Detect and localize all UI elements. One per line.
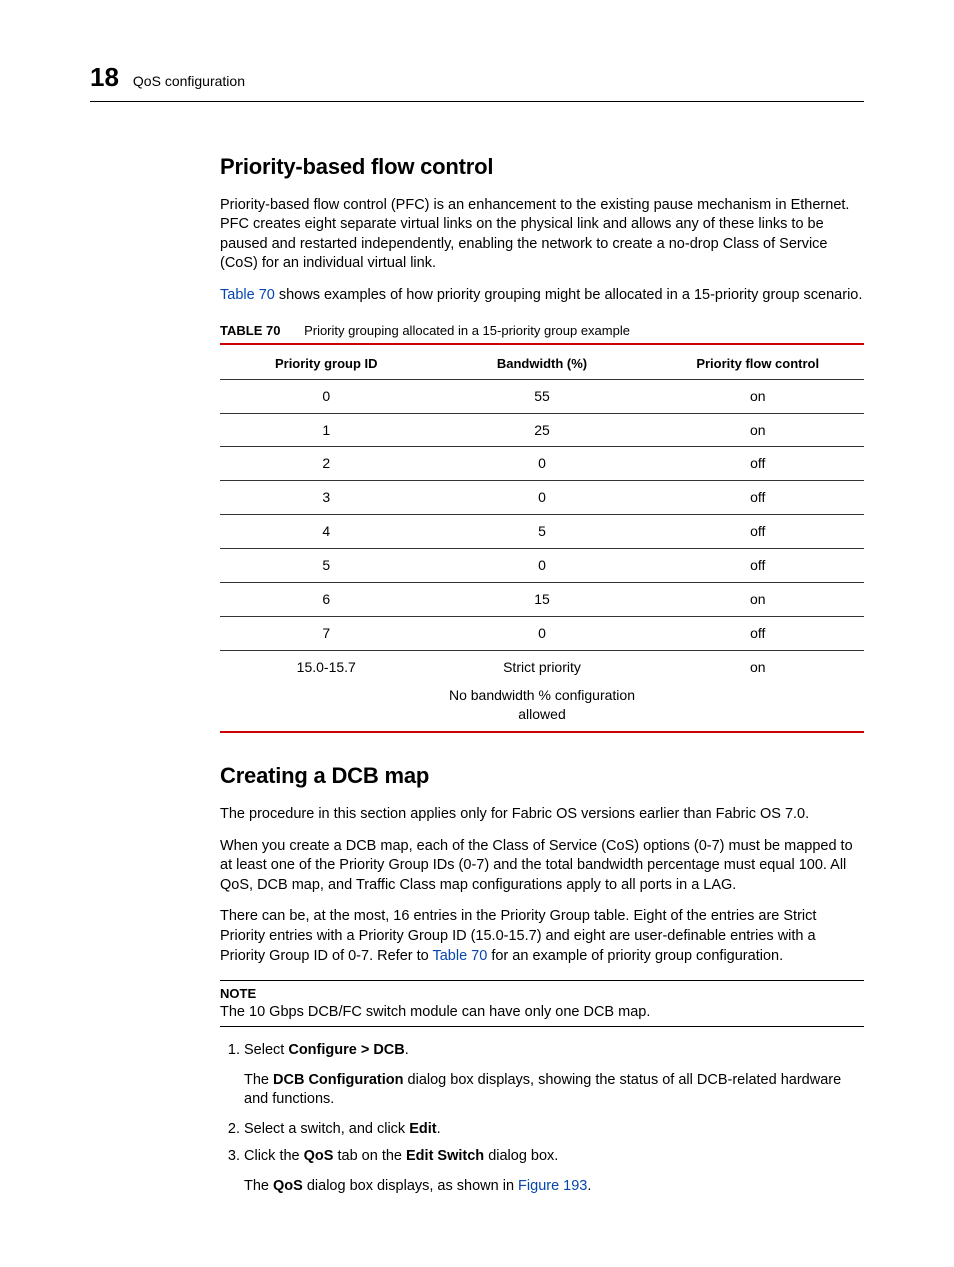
table-cell: on	[651, 413, 864, 447]
step-item: Click the QoS tab on the Edit Switch dia…	[244, 1147, 864, 1196]
table-cell: 0	[433, 481, 652, 515]
button-name: Edit	[409, 1121, 436, 1137]
note-rule-bottom	[220, 1026, 864, 1027]
priority-group-table: Priority group ID Bandwidth (%) Priority…	[220, 349, 864, 733]
table-reference-link[interactable]: Table 70	[220, 287, 275, 303]
table-caption: TABLE 70 Priority grouping allocated in …	[220, 322, 864, 346]
step-text: dialog box displays, as shown in	[303, 1178, 518, 1194]
table-header-row: Priority group ID Bandwidth (%) Priority…	[220, 349, 864, 379]
table-cell: on	[651, 379, 864, 413]
section-heading-dcb: Creating a DCB map	[220, 761, 864, 791]
dialog-name: Edit Switch	[406, 1148, 484, 1164]
page-content: Priority-based flow control Priority-bas…	[220, 152, 864, 1197]
figure-reference-link[interactable]: Figure 193	[518, 1178, 587, 1194]
table-cell: 5	[220, 549, 433, 583]
procedure-steps: Select Configure > DCB. The DCB Configur…	[220, 1041, 864, 1196]
menu-path: Configure > DCB	[288, 1042, 404, 1058]
table-row: 2 0 off	[220, 447, 864, 481]
chapter-title: QoS configuration	[133, 72, 245, 91]
table-row: 4 5 off	[220, 515, 864, 549]
step-text: .	[405, 1042, 409, 1058]
table-row: 15.0-15.7 Strict priority on	[220, 650, 864, 683]
paragraph: Priority-based flow control (PFC) is an …	[220, 196, 864, 274]
chapter-number: 18	[90, 60, 119, 95]
table-cell: off	[651, 515, 864, 549]
step-text: The	[244, 1072, 273, 1088]
table-cell: 0	[220, 379, 433, 413]
table-cell: 3	[220, 481, 433, 515]
note-text: The 10 Gbps DCB/FC switch module can hav…	[220, 1003, 864, 1023]
dialog-name: DCB Configuration	[273, 1072, 403, 1088]
step-text: dialog box.	[484, 1148, 558, 1164]
step-text: Select a switch, and click	[244, 1121, 409, 1137]
table-cell: 0	[433, 447, 652, 481]
page-header: 18 QoS configuration	[90, 60, 864, 102]
table-header-cell: Priority flow control	[651, 349, 864, 379]
section-heading-pfc: Priority-based flow control	[220, 152, 864, 182]
table-cell: 2	[220, 447, 433, 481]
table-row: No bandwidth % configuration allowed	[220, 684, 864, 733]
paragraph-text: for an example of priority group configu…	[487, 948, 783, 964]
table-cell: off	[651, 549, 864, 583]
table-reference-link[interactable]: Table 70	[432, 948, 487, 964]
step-text: .	[437, 1121, 441, 1137]
table-header-cell: Bandwidth (%)	[433, 349, 652, 379]
table-row: 7 0 off	[220, 616, 864, 650]
paragraph-text: shows examples of how priority grouping …	[275, 287, 863, 303]
table-cell: 0	[433, 549, 652, 583]
table-cell: Strict priority	[433, 650, 652, 683]
paragraph: There can be, at the most, 16 entries in…	[220, 907, 864, 966]
table-cell: 6	[220, 583, 433, 617]
table-cell: 7	[220, 616, 433, 650]
table-label: TABLE 70	[220, 323, 280, 338]
step-text: Select	[244, 1042, 288, 1058]
step-text: tab on the	[333, 1148, 406, 1164]
table-row: 6 15 on	[220, 583, 864, 617]
table-cell: on	[651, 650, 864, 683]
table-cell	[651, 684, 864, 733]
step-item: Select a switch, and click Edit.	[244, 1120, 864, 1140]
step-item: Select Configure > DCB. The DCB Configur…	[244, 1041, 864, 1110]
table-cell: 15	[433, 583, 652, 617]
table-cell: 0	[433, 616, 652, 650]
paragraph: When you create a DCB map, each of the C…	[220, 837, 864, 896]
note-rule-top	[220, 980, 864, 981]
table-cell: 5	[433, 515, 652, 549]
table-cell: on	[651, 583, 864, 617]
table-cell: off	[651, 616, 864, 650]
table-cell: No bandwidth % configuration allowed	[433, 684, 652, 733]
table-cell: 15.0-15.7	[220, 650, 433, 683]
step-body: The DCB Configuration dialog box display…	[244, 1071, 860, 1110]
table-row: 1 25 on	[220, 413, 864, 447]
dialog-name: QoS	[273, 1178, 303, 1194]
table-cell: off	[651, 447, 864, 481]
table-row: 3 0 off	[220, 481, 864, 515]
note-label: NOTE	[220, 985, 864, 1003]
table-cell: 1	[220, 413, 433, 447]
table-cell: 55	[433, 379, 652, 413]
step-text: Click the	[244, 1148, 304, 1164]
table-header-cell: Priority group ID	[220, 349, 433, 379]
table-row: 5 0 off	[220, 549, 864, 583]
step-text: The	[244, 1178, 273, 1194]
paragraph: The procedure in this section applies on…	[220, 805, 864, 825]
table-cell	[220, 684, 433, 733]
table-cell: 4	[220, 515, 433, 549]
table-row: 0 55 on	[220, 379, 864, 413]
table-caption-text: Priority grouping allocated in a 15-prio…	[304, 323, 630, 338]
paragraph: Table 70 shows examples of how priority …	[220, 286, 864, 306]
note-block: NOTE The 10 Gbps DCB/FC switch module ca…	[220, 980, 864, 1027]
tab-name: QoS	[304, 1148, 334, 1164]
step-text: .	[587, 1178, 591, 1194]
table-cell: off	[651, 481, 864, 515]
table-cell: 25	[433, 413, 652, 447]
step-body: The QoS dialog box displays, as shown in…	[244, 1177, 860, 1197]
